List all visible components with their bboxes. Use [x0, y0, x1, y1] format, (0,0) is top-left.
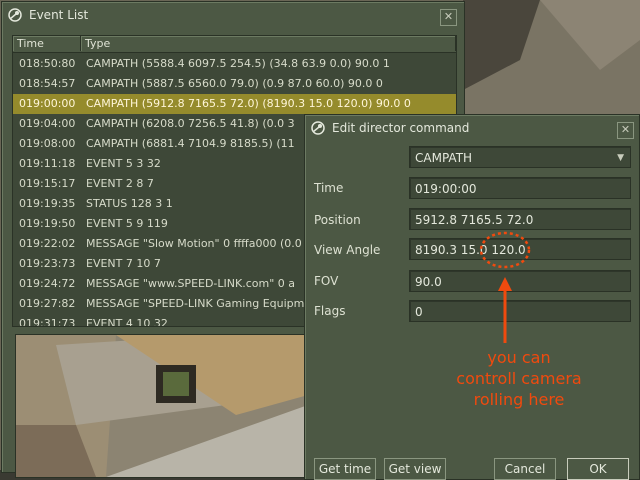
- row-time: 019:27:82: [19, 297, 76, 310]
- row-time: 019:31:73: [19, 317, 76, 327]
- annotation-text: you can controll camera rolling here: [419, 347, 619, 410]
- table-header: Time Type: [13, 36, 456, 53]
- row-time: 019:08:00: [19, 137, 76, 150]
- column-header-time[interactable]: Time: [13, 36, 81, 51]
- row-time: 019:04:00: [19, 117, 76, 130]
- annotation-overlay: [479, 231, 531, 343]
- row-type: MESSAGE "Slow Motion" 0 ffffa000 (0.0: [86, 237, 302, 250]
- row-type: STATUS 128 3 1: [86, 197, 173, 210]
- steam-icon: [8, 8, 22, 22]
- row-type: EVENT 4 10 32: [86, 317, 168, 327]
- column-header-type[interactable]: Type: [81, 36, 456, 51]
- table-row[interactable]: 019:00:00 CAMPATH (5912.8 7165.5 72.0) (8…: [13, 94, 456, 114]
- event-list-title: Event List: [29, 8, 89, 22]
- table-row[interactable]: 018:54:57 CAMPATH (5887.5 6560.0 79.0) (0…: [13, 74, 456, 94]
- row-type: MESSAGE "www.SPEED-LINK.com" 0 a: [86, 277, 295, 290]
- row-type: EVENT 5 3 32: [86, 157, 161, 170]
- row-type: CAMPATH (6881.4 7104.9 8185.5) (11: [86, 137, 295, 150]
- row-time: 019:19:35: [19, 197, 76, 210]
- row-type: CAMPATH (5887.5 6560.0 79.0) (0.9 87.0 6…: [86, 77, 383, 90]
- row-time: 019:24:72: [19, 277, 76, 290]
- ok-button[interactable]: OK: [567, 458, 629, 480]
- arrow-up-icon: [498, 277, 512, 343]
- row-type: CAMPATH (6208.0 7256.5 41.8) (0.0 3: [86, 117, 295, 130]
- row-time: 018:54:57: [19, 77, 76, 90]
- row-type: EVENT 5 9 119: [86, 217, 168, 230]
- annotation-line-3: rolling here: [473, 390, 565, 409]
- row-time: 019:15:17: [19, 177, 76, 190]
- row-type: CAMPATH (5588.4 6097.5 254.5) (34.8 63.9…: [86, 57, 390, 70]
- row-time: 019:23:73: [19, 257, 76, 270]
- highlight-circle: [479, 231, 531, 269]
- row-type: EVENT 2 8 7: [86, 177, 154, 190]
- row-time: 019:22:02: [19, 237, 76, 250]
- table-row[interactable]: 018:50:80 CAMPATH (5588.4 6097.5 254.5) (…: [13, 54, 456, 74]
- annotation-line-2: controll camera: [456, 369, 582, 388]
- row-time: 019:00:00: [19, 97, 76, 110]
- row-type: MESSAGE "SPEED-LINK Gaming Equipm: [86, 297, 305, 310]
- close-icon[interactable]: ✕: [440, 9, 457, 26]
- edit-director-dialog: Edit director command ✕ CAMPATH ▼ Time 0…: [304, 114, 640, 480]
- row-type: CAMPATH (5912.8 7165.5 72.0) (8190.3 15.…: [86, 97, 411, 110]
- annotation-line-1: you can: [487, 348, 551, 367]
- row-time: 019:11:18: [19, 157, 76, 170]
- get-view-button[interactable]: Get view: [384, 458, 446, 480]
- preview-image: [15, 334, 309, 478]
- cancel-button[interactable]: Cancel: [494, 458, 556, 480]
- row-time: 019:19:50: [19, 217, 76, 230]
- event-list-titlebar[interactable]: Event List ✕: [2, 2, 464, 28]
- row-type: EVENT 7 10 7: [86, 257, 161, 270]
- row-time: 018:50:80: [19, 57, 76, 70]
- get-time-button[interactable]: Get time: [314, 458, 376, 480]
